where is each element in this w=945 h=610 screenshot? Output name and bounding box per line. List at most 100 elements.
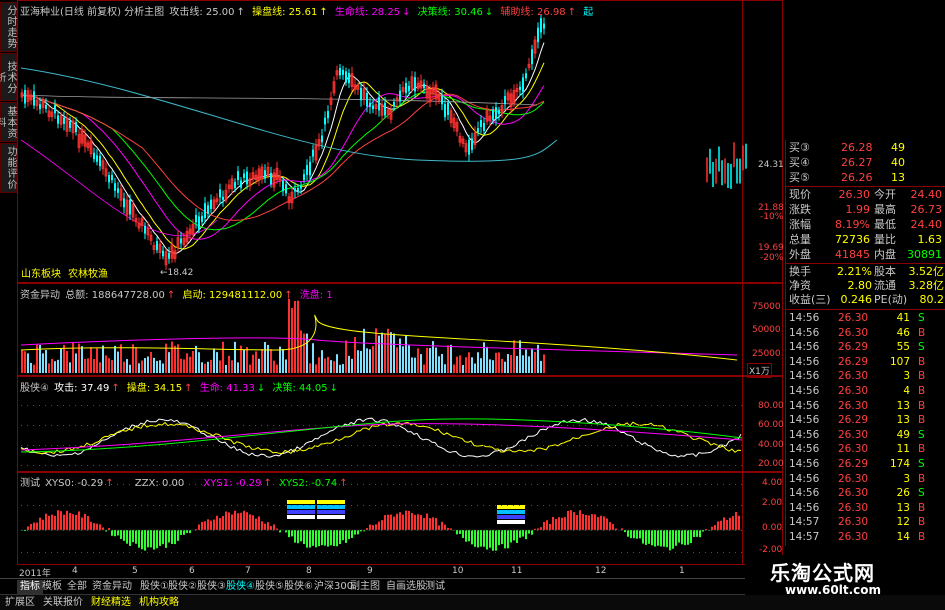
candle-body	[54, 105, 56, 113]
grid-dot	[411, 465, 412, 466]
grid-dot	[621, 445, 622, 446]
grid-dot	[159, 505, 160, 506]
grid-dot	[627, 552, 628, 553]
grid-dot	[39, 552, 40, 553]
grid-dot	[687, 465, 688, 466]
sidebar-tab-fundamentals[interactable]: 基本资料	[0, 102, 17, 142]
candle-body	[345, 71, 347, 82]
test-bar-neg	[114, 530, 116, 536]
candle-body	[114, 183, 116, 191]
test-bar-pos	[414, 515, 416, 530]
test-xys1: XYS1: -0.29↑	[203, 478, 273, 489]
grid-dot	[399, 505, 400, 506]
fund-bar	[294, 301, 296, 373]
grid-dot	[429, 465, 430, 466]
grid-dot	[357, 484, 358, 485]
grid-dot	[57, 530, 58, 531]
indicator-tab[interactable]: 模板	[39, 580, 65, 594]
grid-dot	[333, 505, 334, 506]
grid-dot	[21, 552, 22, 553]
fund-bar	[429, 348, 431, 373]
grid-dot	[531, 465, 532, 466]
grid-dot	[561, 445, 562, 446]
test-bar-neg	[345, 530, 347, 543]
grid-dot	[141, 425, 142, 426]
date-label-7: 7	[245, 566, 251, 576]
fund-bar	[540, 361, 542, 373]
bottom-tab-institution[interactable]: 机构攻略	[136, 596, 182, 609]
grid-dot	[645, 552, 646, 553]
grid-dot	[339, 445, 340, 446]
indicator-decision: 决策线: 30.46↓	[418, 7, 496, 18]
grid-dot	[621, 465, 622, 466]
fund-bar	[345, 340, 347, 373]
grid-dot	[369, 484, 370, 485]
grid-dot	[411, 505, 412, 506]
fund-bar	[162, 363, 164, 373]
bottom-tab-finance[interactable]: 财经精选	[88, 596, 134, 609]
grid-dot	[513, 425, 514, 426]
sidebar-tab-intraday[interactable]: 分时走势	[0, 2, 17, 52]
grid-dot	[285, 425, 286, 426]
fund-bar	[33, 365, 35, 373]
grid-dot	[321, 552, 322, 553]
fund-bar	[348, 356, 350, 373]
grid-dot	[723, 552, 724, 553]
indicator-tab[interactable]: 副主图	[347, 580, 383, 594]
grid-dot	[483, 405, 484, 406]
grid-dot	[663, 425, 664, 426]
indicator-tab[interactable]: 测试	[422, 580, 448, 594]
tick-list[interactable]: 14:5626.3041S14:5626.3046B14:5626.2955S1…	[785, 309, 945, 546]
grid-dot	[675, 530, 676, 531]
candle-body	[444, 104, 446, 117]
fund-bar	[171, 342, 173, 373]
grid-dot	[315, 405, 316, 406]
price-label-minus10: -10%	[760, 212, 783, 222]
grid-dot	[99, 530, 100, 531]
bottom-tab-expand[interactable]: 扩展区	[2, 596, 38, 609]
grid-dot	[207, 465, 208, 466]
grid-dot	[657, 552, 658, 553]
grid-dot	[87, 505, 88, 506]
grid-dot	[591, 445, 592, 446]
grid-dot	[471, 425, 472, 426]
sidebar-tab-evaluation[interactable]: 功能评价	[0, 143, 17, 193]
grid-dot	[45, 405, 46, 406]
grid-dot	[249, 552, 250, 553]
grid-dot	[507, 465, 508, 466]
concept-label[interactable]: 农林牧渔	[68, 265, 108, 280]
bottom-tab-related[interactable]: 关联报价	[40, 596, 86, 609]
indicator-tab[interactable]: 全部	[64, 580, 90, 594]
grid-dot	[543, 445, 544, 446]
grid-dot	[141, 465, 142, 466]
test-bar-neg	[642, 530, 644, 544]
grid-dot	[453, 445, 454, 446]
fund-bar	[42, 353, 44, 373]
grid-dot	[297, 425, 298, 426]
grid-dot	[27, 425, 28, 426]
test-bar-pos	[78, 511, 80, 530]
date-label-11: 11	[511, 566, 522, 576]
grid-dot	[543, 552, 544, 553]
grid-dot	[741, 445, 742, 446]
grid-dot	[687, 405, 688, 406]
tick-row: 14:5626.3041S	[786, 311, 945, 325]
grid-dot	[363, 445, 364, 446]
grid-dot	[417, 484, 418, 485]
candle-body	[234, 182, 236, 188]
fund-chart-header: 资金异动 总额: 188647728.00↑ 启动: 129481112.00↑…	[20, 286, 335, 301]
grid-dot	[561, 552, 562, 553]
fund-total: 总额: 188647728.00↑	[65, 290, 177, 301]
grid-dot	[183, 530, 184, 531]
sector-label[interactable]: 山东板块	[21, 265, 61, 280]
candle-body	[540, 18, 542, 32]
fund-bar	[534, 352, 536, 373]
grid-dot	[651, 445, 652, 446]
grid-dot	[339, 465, 340, 466]
grid-dot	[111, 405, 112, 406]
grid-dot	[537, 552, 538, 553]
indicator-tab[interactable]: 资金异动	[89, 580, 135, 594]
fund-bar	[435, 348, 437, 373]
grid-dot	[195, 405, 196, 406]
sidebar-tab-technical[interactable]: 技术分析	[0, 53, 17, 101]
